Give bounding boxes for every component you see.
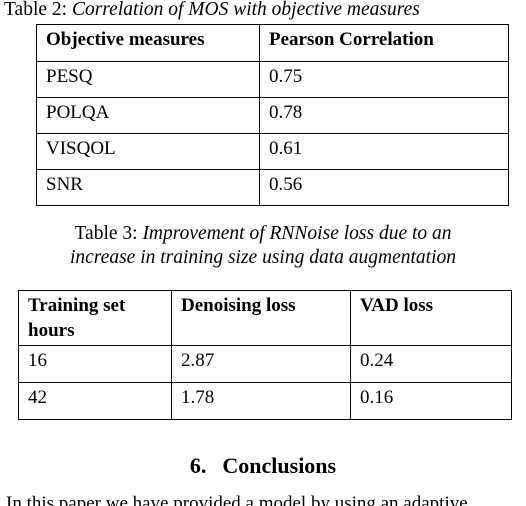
table3-caption-title-line1: Improvement of RNNoise loss due to an bbox=[142, 223, 452, 244]
table-row: PESQ 0.75 bbox=[36, 61, 509, 98]
cell-training-hours: 16 bbox=[18, 345, 172, 383]
cell-correlation: 0.61 bbox=[259, 133, 509, 170]
cell-measure: POLQA bbox=[36, 97, 260, 134]
table2-caption-label: Table 2: bbox=[4, 0, 68, 20]
table-row: 16 2.87 0.24 bbox=[18, 345, 512, 383]
cell-vad-loss: 0.16 bbox=[350, 382, 512, 420]
table-row: 42 1.78 0.16 bbox=[18, 382, 512, 420]
table-correlation-of-mos: Objective measures Pearson Correlation P… bbox=[36, 24, 509, 206]
table3-caption-label: Table 3: bbox=[74, 223, 138, 244]
section-heading-conclusions: 6. Conclusions bbox=[0, 452, 526, 480]
table-row: VISQOL 0.61 bbox=[36, 133, 509, 170]
table-row: SNR 0.56 bbox=[36, 169, 509, 206]
cell-measure: SNR bbox=[36, 169, 260, 206]
cell-training-hours: 42 bbox=[18, 382, 172, 420]
section-title: Conclusions bbox=[222, 453, 337, 478]
cell-denoising-loss: 1.78 bbox=[171, 382, 351, 420]
table2-caption-title: Correlation of MOS with objective measur… bbox=[71, 0, 420, 20]
cell-correlation: 0.75 bbox=[259, 61, 509, 98]
table-rnnoise-loss-improvement: Training set hours Denoising loss VAD lo… bbox=[18, 290, 512, 420]
cell-correlation: 0.56 bbox=[259, 169, 509, 206]
table2-caption: Table 2: Correlation of MOS with objecti… bbox=[0, 0, 526, 22]
body-paragraph: In this paper we have provided a model b… bbox=[6, 493, 468, 506]
table-header-row: Objective measures Pearson Correlation bbox=[36, 24, 509, 62]
cell-vad-loss: 0.24 bbox=[350, 345, 512, 383]
cell-measure: PESQ bbox=[36, 61, 260, 98]
column-header-vad-loss: VAD loss bbox=[350, 290, 512, 346]
table-header-row: Training set hours Denoising loss VAD lo… bbox=[18, 290, 512, 346]
cell-correlation: 0.78 bbox=[259, 97, 509, 134]
cell-measure: VISQOL bbox=[36, 133, 260, 170]
column-header-objective-measures: Objective measures bbox=[36, 24, 260, 62]
document-page: Table 2: Correlation of MOS with objecti… bbox=[0, 0, 526, 506]
section-number: 6. bbox=[189, 453, 207, 478]
cell-denoising-loss: 2.87 bbox=[171, 345, 351, 383]
column-header-training-set-hours: Training set hours bbox=[18, 290, 172, 346]
table3-caption-title-line2: increase in training size using data aug… bbox=[69, 247, 456, 268]
table3-caption: Table 3: Improvement of RNNoise loss due… bbox=[0, 222, 526, 270]
column-header-denoising-loss: Denoising loss bbox=[171, 290, 351, 346]
column-header-pearson-correlation: Pearson Correlation bbox=[259, 24, 509, 62]
table-row: POLQA 0.78 bbox=[36, 97, 509, 134]
